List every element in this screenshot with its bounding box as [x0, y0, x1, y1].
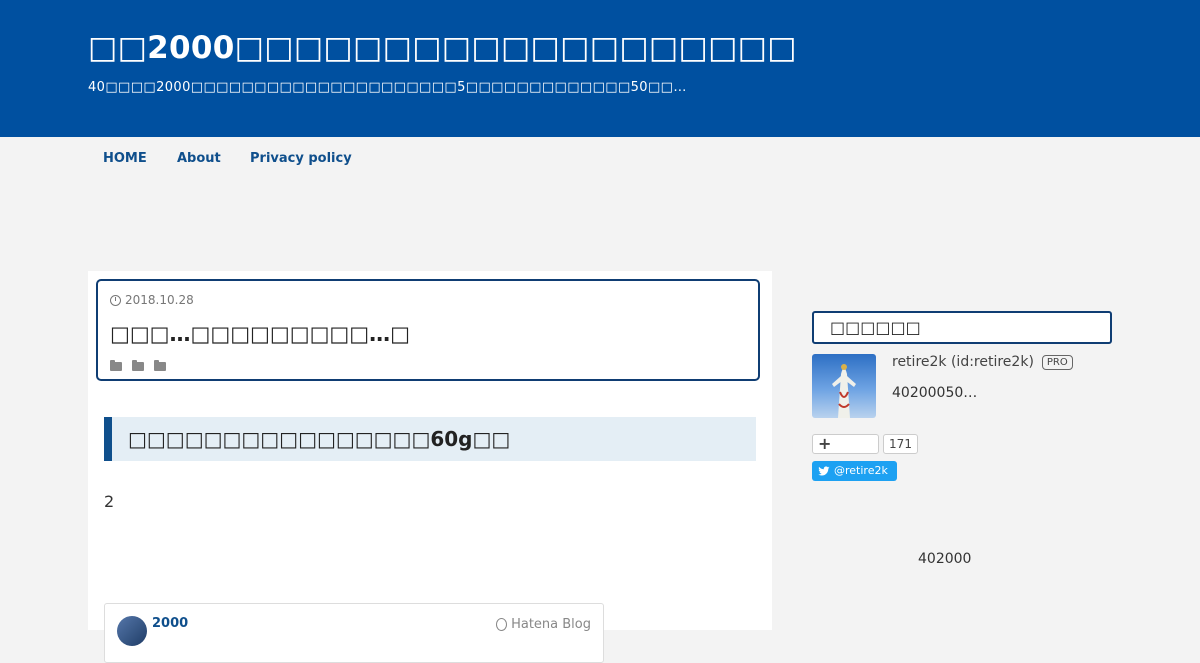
site-header: □□2000□□□□□□□□□□□□□□□□□□□ 40□□□□2000□□□□…: [0, 0, 1200, 137]
section-heading: □□□□□□□□□□□□□□□□60g□□: [104, 417, 756, 461]
nav-privacy-policy[interactable]: Privacy policy: [250, 151, 352, 166]
site-title[interactable]: □□2000□□□□□□□□□□□□□□□□□□□: [88, 30, 797, 66]
profile-name-text[interactable]: retire2k (id:retire2k): [892, 354, 1034, 370]
embed-blog-name[interactable]: 2000: [152, 616, 188, 631]
sidebar-text: 402000: [918, 551, 972, 567]
entry-body-text: 2: [104, 492, 115, 511]
entry-header: 2018.10.28 □□□…□□□□□□□□□…□: [96, 279, 760, 381]
profile-image[interactable]: [812, 354, 876, 418]
subscribe-button[interactable]: +: [812, 434, 879, 454]
profile-description: 40200050…: [892, 385, 978, 401]
twitter-follow-button[interactable]: @retire2k: [812, 461, 897, 481]
plus-icon: +: [818, 434, 832, 453]
entry-categories: [110, 360, 166, 371]
site-description: 40□□□□2000□□□□□□□□□□□□□□□□□□□□□5□□□□□□□□…: [88, 80, 687, 95]
avatar: [117, 616, 147, 646]
entry-date-text: 2018.10.28: [125, 293, 194, 307]
hatena-icon: [496, 618, 508, 631]
profile-module-title: □□□□□□: [812, 311, 1112, 344]
pro-badge: PRO: [1041, 354, 1073, 370]
main-content: 2018.10.28 □□□…□□□□□□□□□…□ □□□□□□□□□□□□□…: [88, 271, 772, 663]
folder-icon[interactable]: [110, 360, 122, 371]
entry-title[interactable]: □□□…□□□□□□□□□…□: [110, 322, 410, 346]
folder-icon[interactable]: [154, 360, 166, 371]
subscriber-count: 171: [883, 434, 918, 454]
nav-home[interactable]: HOME: [103, 151, 147, 166]
twitter-bird-icon: [818, 466, 830, 476]
blog-embed-card[interactable]: 2000 Hatena Blog: [104, 603, 604, 663]
folder-icon[interactable]: [132, 360, 144, 371]
tower-of-the-sun-image: [832, 364, 856, 418]
entry-date[interactable]: 2018.10.28: [110, 293, 194, 307]
clock-icon: [110, 294, 121, 306]
twitter-handle: @retire2k: [834, 464, 888, 477]
nav-about[interactable]: About: [177, 151, 221, 166]
profile-name[interactable]: retire2k (id:retire2k) PRO: [892, 354, 1073, 370]
